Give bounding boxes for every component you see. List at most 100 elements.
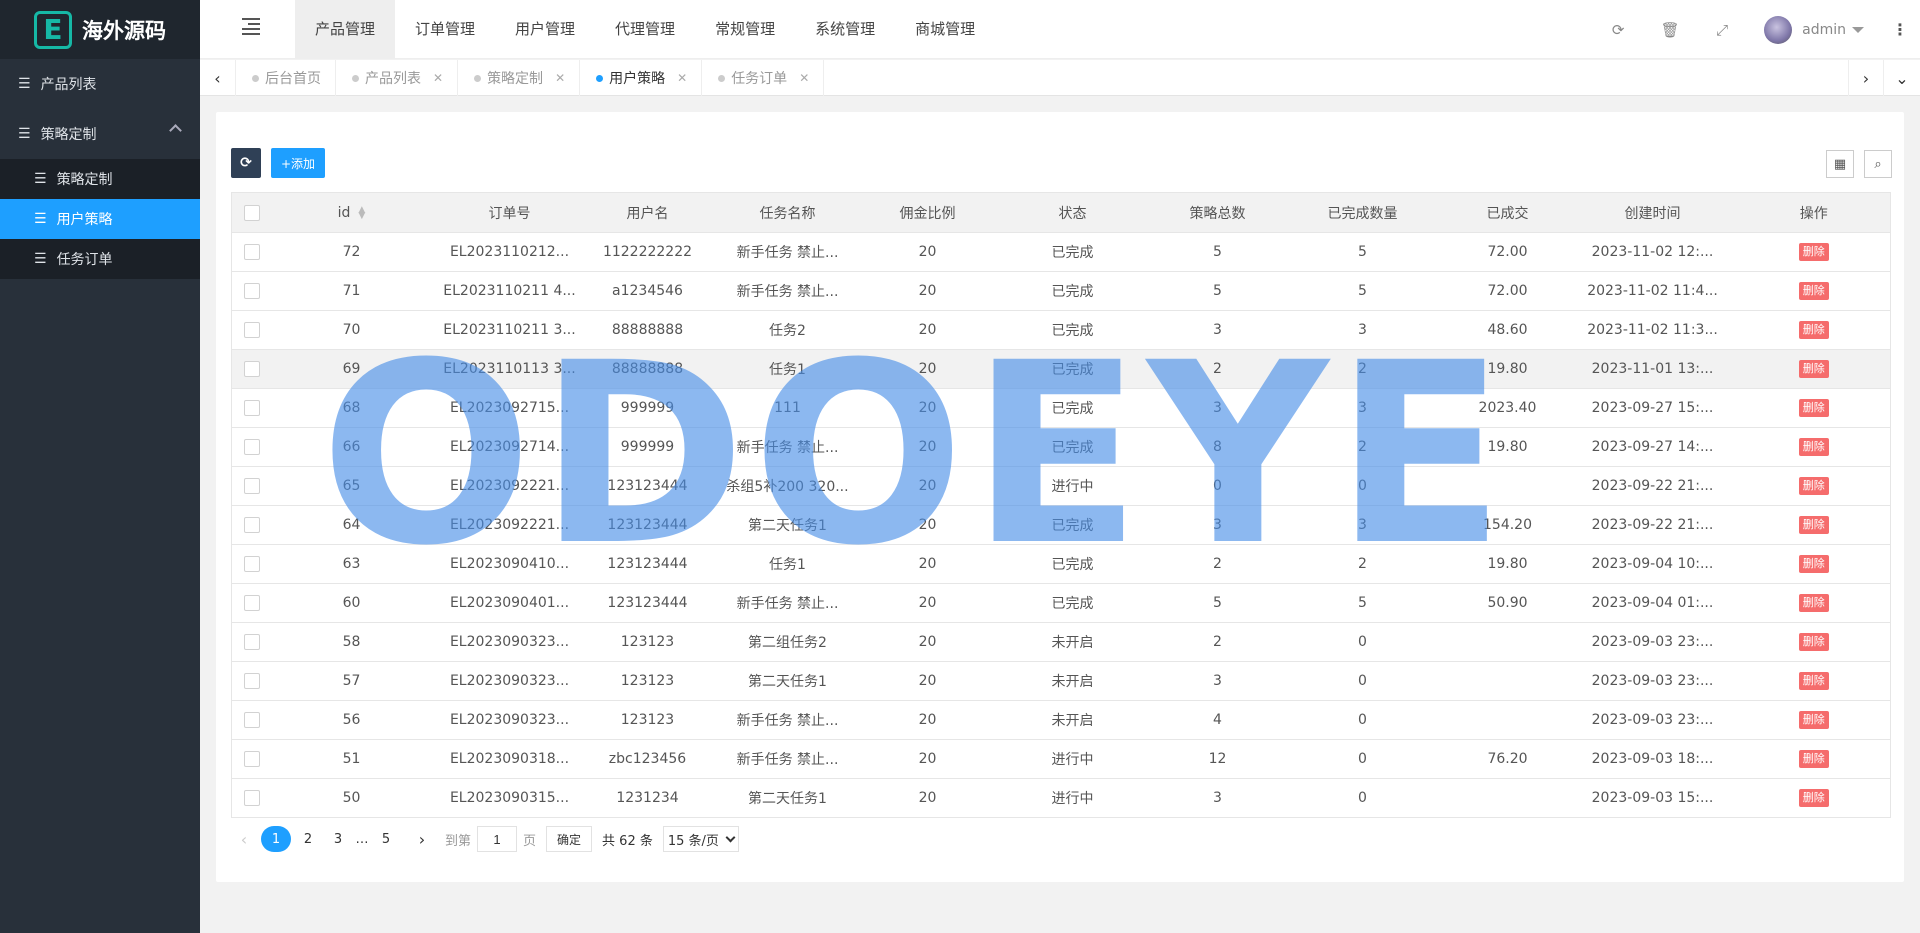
add-button[interactable]: +添加: [271, 148, 326, 178]
refresh-button[interactable]: ⟳: [231, 148, 261, 178]
table-row[interactable]: 51 EL2023090318... zbc123456 新手任务 禁止... 20 进行…: [231, 739, 1891, 779]
table-row[interactable]: 68 EL2023092715... 999999 111 20 已完成 3 3 2023.40…: [231, 388, 1891, 428]
table-row[interactable]: 71 EL2023110211 4... a1234546 新手任务 禁止... 20 已…: [231, 271, 1891, 311]
prev-page-icon[interactable]: ‹: [231, 826, 257, 852]
table-row[interactable]: 72 EL2023110212... 1122222222 新手任务 禁止... 20 已…: [231, 232, 1891, 272]
table-row[interactable]: 60 EL2023090401... 123123444 新手任务 禁止... 20 已完…: [231, 583, 1891, 623]
menu-toggle-icon[interactable]: [242, 18, 260, 38]
delete-button[interactable]: 删除: [1798, 243, 1829, 261]
delete-button[interactable]: 删除: [1798, 282, 1829, 300]
delete-button[interactable]: 删除: [1798, 789, 1829, 807]
logo[interactable]: E 海外源码: [0, 0, 200, 59]
page-3[interactable]: 3: [325, 826, 351, 852]
goto-confirm-button[interactable]: 确定: [546, 826, 593, 852]
tab-user-strategy[interactable]: 用户策略 ✕: [580, 60, 703, 96]
delete-button[interactable]: 删除: [1798, 399, 1829, 417]
page-size-select[interactable]: 15 条/页: [662, 826, 739, 852]
cell-user: 123123444: [587, 466, 708, 506]
sidebar-subitem-user-strategy[interactable]: ☰ 用户策略: [0, 199, 200, 239]
cell-action: 删除: [1737, 232, 1891, 272]
fullscreen-icon[interactable]: ⤢: [1696, 21, 1748, 39]
row-checkbox[interactable]: [231, 232, 272, 272]
delete-button[interactable]: 删除: [1798, 711, 1829, 729]
delete-button[interactable]: 删除: [1798, 555, 1829, 573]
columns-icon[interactable]: ▦: [1826, 150, 1854, 178]
tab-strategy-custom[interactable]: 策略定制 ✕: [458, 60, 581, 96]
delete-button[interactable]: 删除: [1798, 516, 1829, 534]
select-all-checkbox[interactable]: [231, 192, 272, 233]
delete-button[interactable]: 删除: [1798, 438, 1829, 456]
nav-product-management[interactable]: 产品管理: [295, 0, 396, 59]
row-checkbox[interactable]: [231, 700, 272, 740]
goto-page-input[interactable]: [477, 826, 518, 852]
row-checkbox[interactable]: [231, 583, 272, 623]
sidebar-group-strategy[interactable]: ☰ 策略定制: [0, 109, 200, 159]
caret-down-icon[interactable]: [1852, 26, 1864, 33]
row-checkbox[interactable]: [231, 622, 272, 662]
cell-user: 123123: [587, 661, 708, 701]
row-checkbox[interactable]: [231, 310, 272, 350]
next-page-icon[interactable]: ›: [409, 826, 435, 852]
tab-home[interactable]: 后台首页: [236, 60, 336, 96]
nav-general-management[interactable]: 常规管理: [695, 0, 795, 59]
row-checkbox[interactable]: [231, 739, 272, 779]
page-1[interactable]: 1: [261, 826, 291, 852]
delete-button[interactable]: 删除: [1798, 750, 1829, 768]
close-icon[interactable]: ✕: [677, 71, 687, 85]
table-row[interactable]: 63 EL2023090410... 123123444 任务1 20 已完成 2 2 19.8…: [231, 544, 1891, 584]
cell-user: 123123444: [587, 544, 708, 584]
table-row[interactable]: 57 EL2023090323... 123123 第二天任务1 20 未开启 3 0 2023…: [231, 661, 1891, 701]
row-checkbox[interactable]: [231, 388, 272, 428]
avatar[interactable]: [1764, 15, 1793, 44]
row-checkbox[interactable]: [231, 778, 272, 818]
nav-agent-management[interactable]: 代理管理: [595, 0, 695, 59]
cell-order: EL2023090318...: [431, 739, 588, 779]
user-name[interactable]: admin: [1802, 22, 1846, 38]
page-2[interactable]: 2: [295, 826, 321, 852]
table-row[interactable]: 50 EL2023090315... 1231234 第二天任务1 20 进行中 3 0 202…: [231, 778, 1891, 818]
sidebar-item-product-list[interactable]: ☰ 产品列表: [0, 59, 200, 109]
tabs-dropdown-icon[interactable]: ⌄: [1884, 60, 1920, 96]
row-checkbox[interactable]: [231, 544, 272, 584]
trash-icon[interactable]: 🗑: [1644, 21, 1696, 39]
column-header-id[interactable]: id ▲ ▼: [271, 192, 432, 233]
nav-order-management[interactable]: 订单管理: [395, 0, 495, 59]
search-icon[interactable]: ⌕: [1864, 150, 1892, 178]
delete-button[interactable]: 删除: [1798, 633, 1829, 651]
cell-rate: 20: [867, 349, 988, 389]
row-checkbox[interactable]: [231, 661, 272, 701]
delete-button[interactable]: 删除: [1798, 477, 1829, 495]
sort-icon[interactable]: ▲ ▼: [358, 205, 365, 220]
sidebar-subitem-strategy-custom[interactable]: ☰ 策略定制: [0, 159, 200, 199]
tabs-scroll-left-icon[interactable]: ‹: [200, 60, 236, 96]
more-vertical-icon[interactable]: ⋮: [1880, 20, 1920, 39]
nav-mall-management[interactable]: 商城管理: [895, 0, 995, 59]
delete-button[interactable]: 删除: [1798, 360, 1829, 378]
nav-user-management[interactable]: 用户管理: [495, 0, 595, 59]
row-checkbox[interactable]: [231, 271, 272, 311]
table-row[interactable]: 64 EL2023092221... 123123444 第二天任务1 20 已完成 3 3 1…: [231, 505, 1891, 545]
table-row[interactable]: 56 EL2023090323... 123123 新手任务 禁止... 20 未开启 4 0…: [231, 700, 1891, 740]
refresh-icon[interactable]: ⟳: [1592, 21, 1644, 39]
close-icon[interactable]: ✕: [799, 71, 809, 85]
table-row[interactable]: 65 EL2023092221... 123123444 杀组5补200 320...…: [231, 466, 1891, 506]
nav-system-management[interactable]: 系统管理: [795, 0, 895, 59]
table-row[interactable]: 70 EL2023110211 3... 88888888 任务2 20 已完成 3 3 48.…: [231, 310, 1891, 350]
delete-button[interactable]: 删除: [1798, 321, 1829, 339]
row-checkbox[interactable]: [231, 427, 272, 467]
table-row[interactable]: 66 EL2023092714... 999999 新手任务 禁止... 20 已完成 8 2…: [231, 427, 1891, 467]
sidebar-subitem-task-orders[interactable]: ☰ 任务订单: [0, 239, 200, 279]
close-icon[interactable]: ✕: [433, 71, 443, 85]
tab-task-orders[interactable]: 任务订单 ✕: [702, 60, 825, 96]
page-5[interactable]: 5: [373, 826, 399, 852]
close-icon[interactable]: ✕: [555, 71, 565, 85]
row-checkbox[interactable]: [231, 466, 272, 506]
row-checkbox[interactable]: [231, 349, 272, 389]
delete-button[interactable]: 删除: [1798, 672, 1829, 690]
table-row[interactable]: 69 EL2023110113 3... 88888888 任务1 20 已完成 2 2 19.…: [231, 349, 1891, 389]
row-checkbox[interactable]: [231, 505, 272, 545]
tabs-scroll-right-icon[interactable]: ›: [1848, 60, 1884, 96]
tab-product-list[interactable]: 产品列表 ✕: [336, 60, 459, 96]
table-row[interactable]: 58 EL2023090323... 123123 第二组任务2 20 未开启 2 0 2023…: [231, 622, 1891, 662]
delete-button[interactable]: 删除: [1798, 594, 1829, 612]
